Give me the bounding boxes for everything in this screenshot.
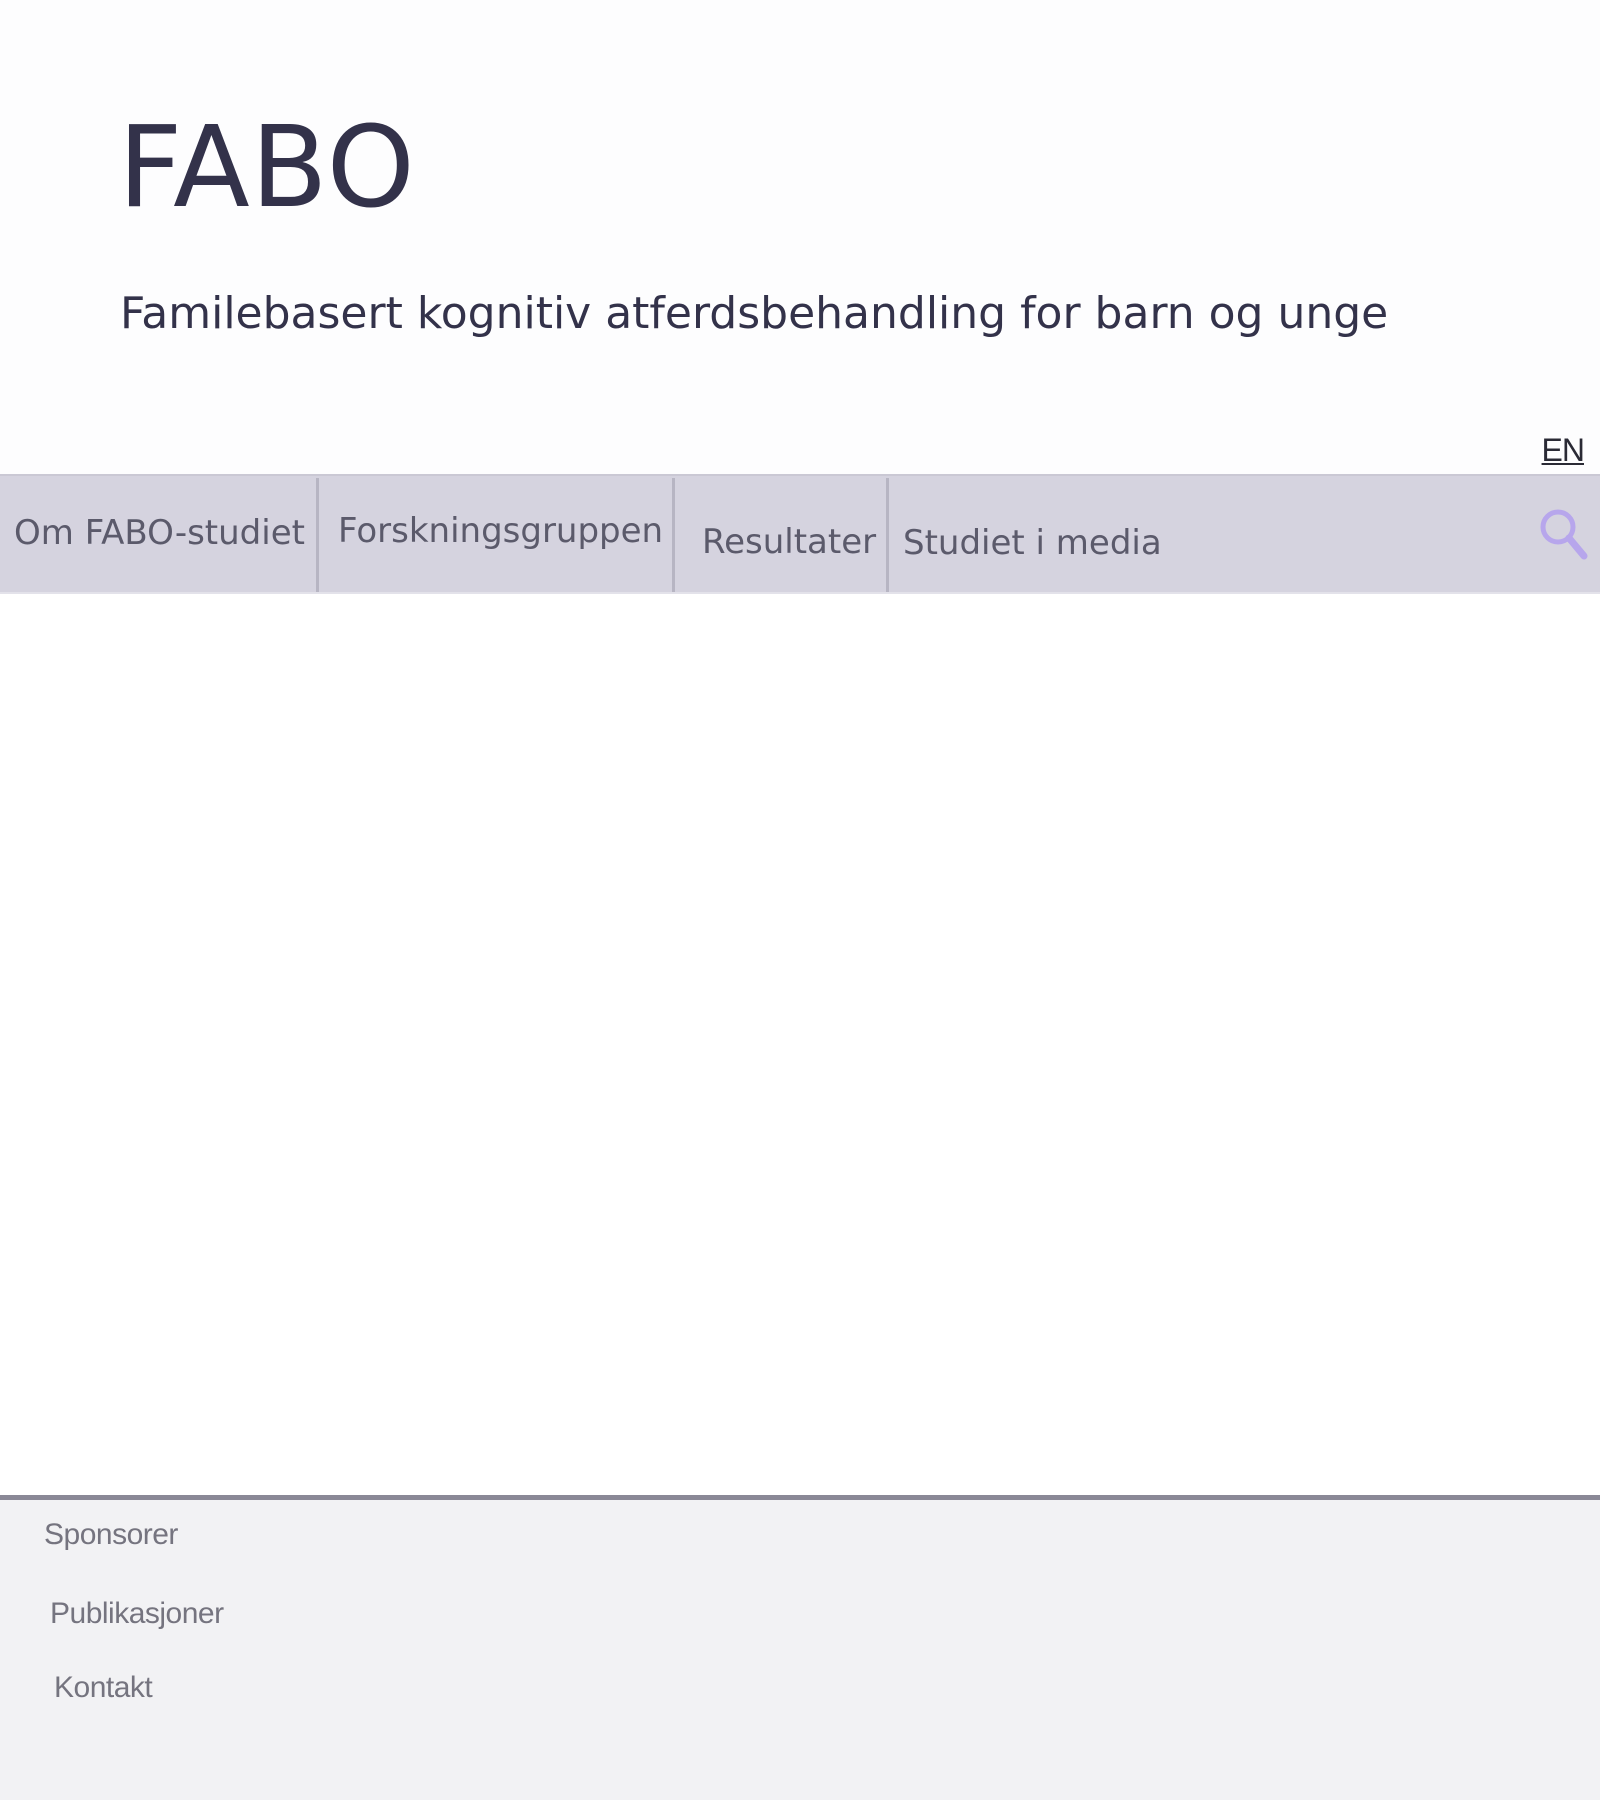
main-content-area xyxy=(0,594,1600,1496)
nav-divider xyxy=(316,478,319,592)
site-title[interactable]: FABO xyxy=(118,112,416,224)
language-switch-link[interactable]: EN xyxy=(1542,432,1585,469)
search-icon xyxy=(1540,509,1588,560)
footer-link-sponsorer[interactable]: Sponsorer xyxy=(44,1518,178,1552)
footer-link-publikasjoner[interactable]: Publikasjoner xyxy=(50,1597,224,1631)
site-header: FABO Familebasert kognitiv atferdsbehand… xyxy=(0,0,1600,474)
nav-item-forskningsgruppen[interactable]: Forskningsgruppen xyxy=(338,476,672,592)
nav-item-om-fabo-studiet[interactable]: Om FABO-studiet xyxy=(14,476,316,592)
site-footer: Sponsorer Publikasjoner Kontakt xyxy=(0,1495,1600,1800)
nav-divider xyxy=(672,478,675,592)
nav-item-resultater[interactable]: Resultater xyxy=(702,476,886,592)
site-subtitle: Familebasert kognitiv atferdsbehandling … xyxy=(120,288,1389,339)
nav-item-studiet-i-media[interactable]: Studiet i media xyxy=(903,476,1223,592)
nav-divider xyxy=(886,478,889,592)
main-navigation: Om FABO-studiet Forskningsgruppen Result… xyxy=(0,474,1600,594)
search-button[interactable] xyxy=(1536,506,1592,562)
footer-link-kontakt[interactable]: Kontakt xyxy=(54,1671,153,1705)
